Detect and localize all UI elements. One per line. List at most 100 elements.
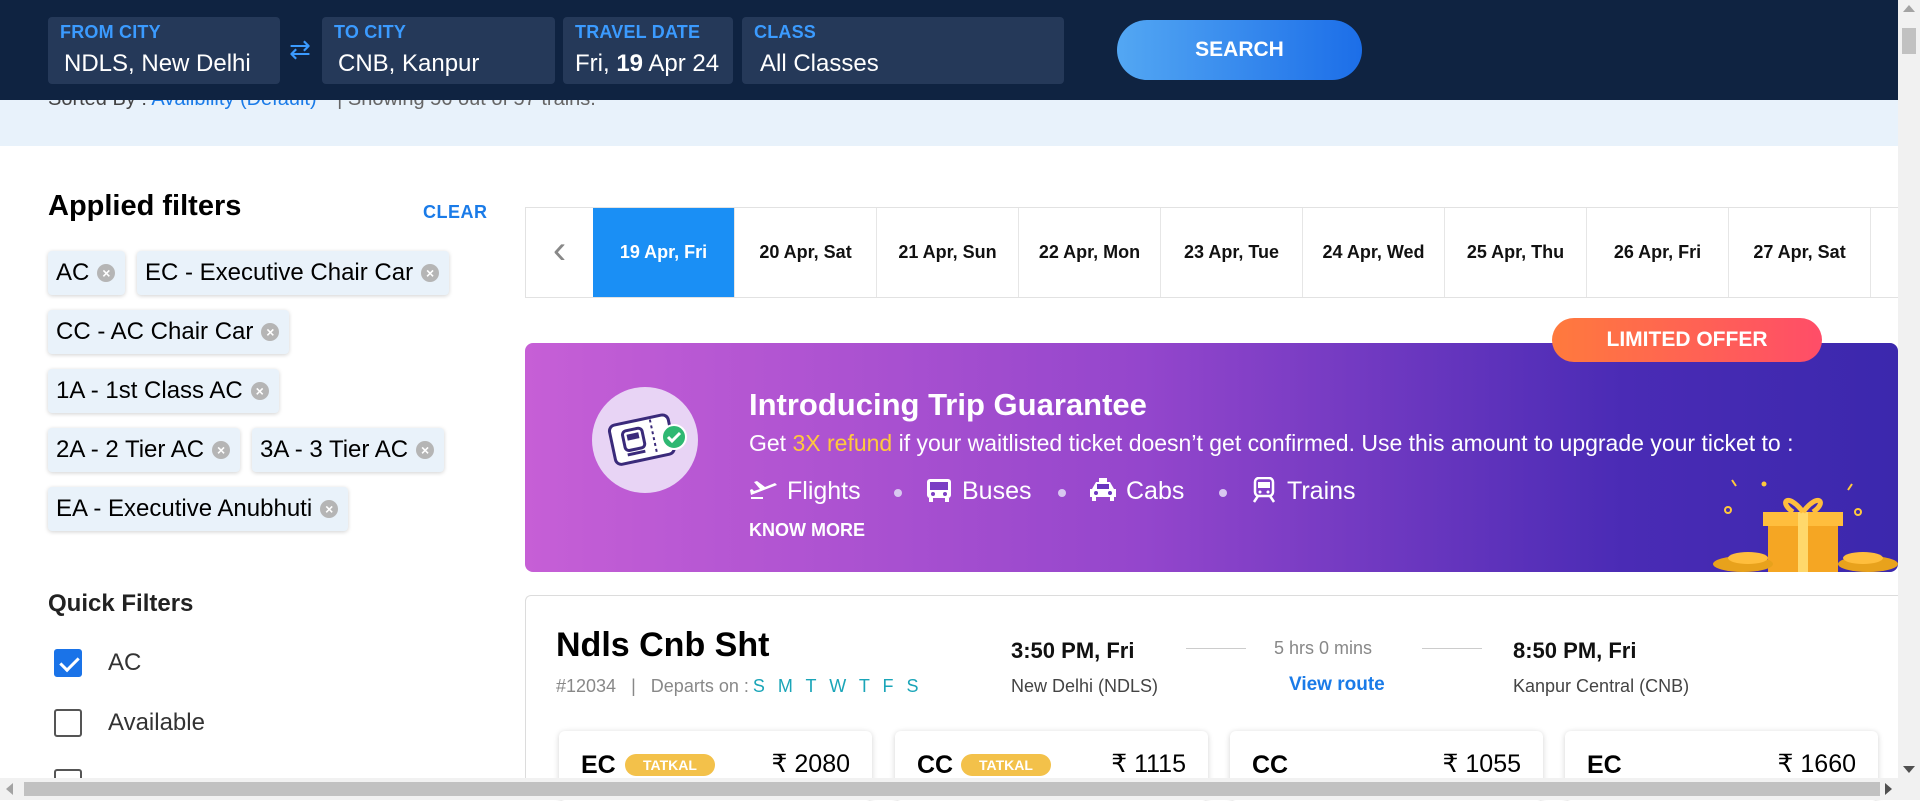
class-price: ₹ 1115	[1111, 750, 1186, 778]
view-route-link[interactable]: View route	[1289, 674, 1385, 696]
filter-chip-label: 3A - 3 Tier AC	[260, 436, 409, 463]
date-tab[interactable]: 23 Apr, Tue	[1161, 208, 1303, 297]
travel-date-label: TRAVEL DATE	[575, 22, 701, 42]
filter-chip-label: AC	[56, 259, 90, 286]
travel-date-value[interactable]: Fri, 19 Apr 24	[575, 50, 719, 78]
promo-desc-before: Get	[749, 430, 793, 456]
meta-separator: |	[631, 676, 636, 696]
close-icon[interactable]: ×	[421, 264, 440, 282]
quick-filter-label: AC	[108, 649, 142, 676]
class-label: CLASS	[754, 22, 817, 42]
divider-line	[1422, 648, 1482, 649]
class-code: CC	[917, 751, 954, 779]
filter-chip-label: 2A - 2 Tier AC	[56, 436, 205, 463]
checkbox-ac[interactable]	[54, 649, 82, 677]
close-icon[interactable]: ×	[261, 323, 280, 341]
date-tab[interactable]: 24 Apr, Wed	[1303, 208, 1445, 297]
from-city-label: FROM CITY	[60, 22, 161, 42]
showing-count: | Showing 56 out of 57 trains.	[332, 100, 596, 110]
date-tab[interactable]: 26 Apr, Fri	[1587, 208, 1729, 297]
mode-flights: Flights	[749, 477, 861, 506]
to-city-field[interactable]: TO CITY CNB, Kanpur	[322, 17, 555, 84]
filter-chip[interactable]: AC ×	[48, 251, 126, 295]
filter-chip-label: EA - Executive Anubhuti	[56, 495, 313, 522]
train-card[interactable]: Ndls Cnb Sht #12034 | Departs on :S M T …	[525, 595, 1898, 801]
know-more-link[interactable]: KNOW MORE	[749, 520, 865, 541]
divider-line	[1186, 648, 1246, 649]
date-strip: ‹ 19 Apr, Fri 20 Apr, Sat 21 Apr, Sun 22…	[525, 207, 1898, 298]
vertical-scrollbar[interactable]	[1898, 0, 1920, 778]
chevron-left-icon[interactable]: ‹	[526, 208, 593, 297]
filter-chip[interactable]: CC - AC Chair Car ×	[48, 310, 290, 354]
date-tab[interactable]: 25 Apr, Thu	[1445, 208, 1587, 297]
train-number: #12034	[556, 676, 617, 696]
checkbox-available[interactable]	[54, 709, 82, 737]
from-city-field[interactable]: FROM CITY NDLS, New Delhi	[48, 17, 280, 84]
sort-bar: Sorted By : Availbility (Default) ^ | Sh…	[0, 100, 1898, 146]
promo-desc-after: if your waitlisted ticket doesn’t get co…	[892, 430, 1794, 456]
quick-filters-title: Quick Filters	[48, 590, 194, 617]
scroll-thumb[interactable]	[24, 782, 1880, 796]
scroll-left-icon[interactable]	[6, 783, 13, 795]
horizontal-scrollbar[interactable]	[0, 778, 1920, 800]
travel-date-field[interactable]: TRAVEL DATE Fri, 19 Apr 24	[563, 17, 733, 84]
class-price: ₹ 2080	[771, 750, 850, 778]
class-code: CC	[1252, 751, 1289, 779]
sort-dropdown[interactable]: Availbility (Default) ^	[151, 100, 331, 110]
close-icon[interactable]: ×	[212, 441, 231, 459]
scroll-right-icon[interactable]	[1885, 783, 1892, 795]
date-tab[interactable]: 22 Apr, Mon	[1019, 208, 1161, 297]
filter-chip-label: CC - AC Chair Car	[56, 318, 254, 345]
class-price: ₹ 1660	[1777, 750, 1856, 778]
mode-label: Flights	[787, 477, 861, 505]
travel-date-day: Fri,	[575, 50, 617, 77]
date-tab[interactable]: 19 Apr, Fri	[593, 208, 735, 297]
clear-filters-button[interactable]: CLEAR	[423, 202, 488, 223]
class-code: EC	[581, 751, 616, 779]
close-icon[interactable]: ×	[320, 500, 339, 518]
filter-chip[interactable]: EA - Executive Anubhuti ×	[48, 487, 349, 531]
tatkal-badge: TATKAL	[625, 754, 715, 776]
mode-trains: Trains	[1249, 477, 1356, 506]
sort-summary: Sorted By : Availbility (Default) ^ | Sh…	[48, 100, 596, 111]
filter-chip-label: 1A - 1st Class AC	[56, 377, 243, 404]
date-tab[interactable]: 20 Apr, Sat	[735, 208, 877, 297]
filter-chip[interactable]: 3A - 3 Tier AC ×	[252, 428, 445, 472]
gift-box-icon	[1708, 472, 1898, 572]
departs-label: Departs on :	[650, 676, 749, 696]
travel-date-num: 19	[616, 50, 644, 77]
separator-dot	[1219, 489, 1227, 497]
filter-chip[interactable]: 2A - 2 Tier AC ×	[48, 428, 241, 472]
scroll-thumb[interactable]	[1902, 28, 1916, 54]
close-icon[interactable]: ×	[97, 264, 116, 282]
to-city-value[interactable]: CNB, Kanpur	[338, 50, 479, 78]
filter-chip[interactable]: 1A - 1st Class AC ×	[48, 369, 279, 413]
search-button[interactable]: SEARCH	[1117, 20, 1362, 80]
running-days: S M T W T F S	[752, 676, 923, 696]
arrival-time: 8:50 PM, Fri	[1513, 638, 1637, 663]
journey-duration: 5 hrs 0 mins	[1274, 638, 1373, 658]
scroll-up-icon[interactable]	[1903, 5, 1915, 12]
mode-label: Buses	[962, 477, 1032, 505]
promo-title: Introducing Trip Guarantee	[749, 387, 1147, 422]
filter-chip[interactable]: EC - Executive Chair Car ×	[137, 251, 450, 295]
date-tab[interactable]: 21 Apr, Sun	[877, 208, 1019, 297]
close-icon[interactable]: ×	[416, 441, 435, 459]
scroll-down-icon[interactable]	[1903, 766, 1915, 773]
mode-buses: Buses	[924, 477, 1031, 506]
class-value[interactable]: All Classes	[760, 50, 879, 78]
mode-label: Cabs	[1126, 477, 1185, 505]
applied-filters-title: Applied filters	[48, 190, 242, 222]
close-icon[interactable]: ×	[250, 382, 269, 400]
train-name: Ndls Cnb Sht	[556, 626, 770, 664]
search-header: FROM CITY NDLS, New Delhi ⇄ TO CITY CNB,…	[0, 0, 1898, 100]
departure-station: New Delhi (NDLS)	[1011, 676, 1159, 696]
swap-arrows-icon[interactable]: ⇄	[285, 34, 315, 64]
class-field[interactable]: CLASS All Classes	[742, 17, 1064, 84]
trip-guarantee-banner[interactable]: Introducing Trip Guarantee Get 3X refund…	[525, 343, 1898, 572]
ticket-guarantee-icon	[592, 387, 698, 493]
class-code: EC	[1587, 751, 1622, 779]
from-city-value[interactable]: NDLS, New Delhi	[64, 50, 251, 78]
date-tab[interactable]: 27 Apr, Sat	[1729, 208, 1871, 297]
train-icon	[1252, 477, 1276, 503]
